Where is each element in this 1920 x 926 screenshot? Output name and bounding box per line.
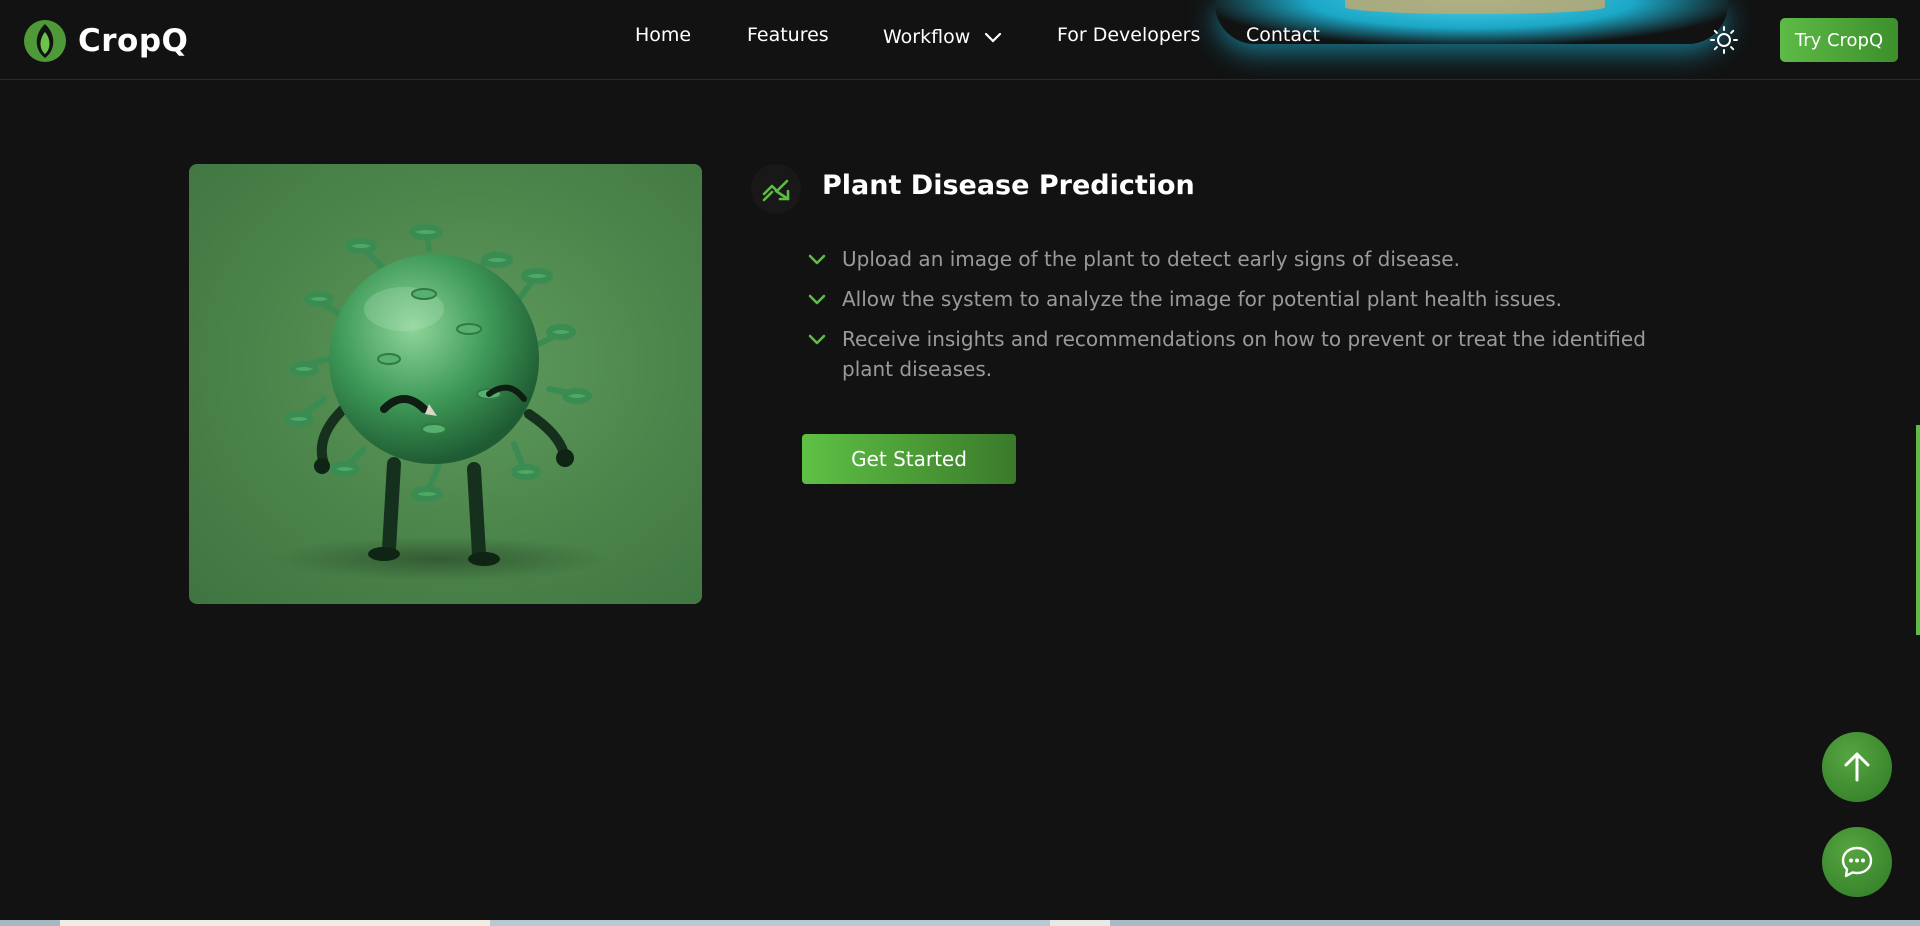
chevron-down-icon xyxy=(985,32,1002,43)
scroll-to-top-button[interactable] xyxy=(1822,732,1892,802)
bullet-text: Allow the system to analyze the image fo… xyxy=(842,287,1562,311)
bullet-text: Receive insights and recommendations on … xyxy=(842,327,1646,381)
chat-button[interactable] xyxy=(1822,827,1892,897)
arrow-up-icon xyxy=(1844,752,1870,782)
nav-contact[interactable]: Contact xyxy=(1246,24,1320,46)
feature-title: Plant Disease Prediction xyxy=(822,170,1195,201)
feature-icon-badge xyxy=(751,164,801,214)
feature-image xyxy=(189,164,702,604)
nav-workflow-label: Workflow xyxy=(883,26,971,48)
brand-logo[interactable]: CropQ xyxy=(22,18,188,64)
nav-home[interactable]: Home xyxy=(635,24,691,46)
leaf-logo-icon xyxy=(24,20,66,62)
try-cropq-button[interactable]: Try CropQ xyxy=(1780,18,1898,62)
brand-name: CropQ xyxy=(78,23,189,59)
list-item: Receive insights and recommendations on … xyxy=(806,324,1666,384)
nav-workflow[interactable]: Workflow xyxy=(883,26,1002,48)
top-header: CropQ Home Features Workflow For Develop… xyxy=(0,0,1920,80)
feature-bullet-list: Upload an image of the plant to detect e… xyxy=(806,244,1666,394)
chevron-down-icon xyxy=(808,334,826,345)
bullet-text: Upload an image of the plant to detect e… xyxy=(842,247,1460,271)
list-item: Upload an image of the plant to detect e… xyxy=(806,244,1666,274)
bottom-edge-strip xyxy=(0,920,1920,926)
sun-icon[interactable] xyxy=(1710,26,1738,54)
chevron-down-icon xyxy=(808,294,826,305)
virus-character-illustration xyxy=(269,224,609,581)
chat-bubble-icon xyxy=(1841,846,1873,878)
trending-up-icon xyxy=(762,179,790,202)
get-started-button[interactable]: Get Started xyxy=(802,434,1016,484)
nav-for-developers[interactable]: For Developers xyxy=(1057,24,1200,46)
chevron-down-icon xyxy=(808,254,826,265)
nav-features[interactable]: Features xyxy=(747,24,829,46)
list-item: Allow the system to analyze the image fo… xyxy=(806,284,1666,314)
scroll-indicator[interactable] xyxy=(1916,425,1920,635)
